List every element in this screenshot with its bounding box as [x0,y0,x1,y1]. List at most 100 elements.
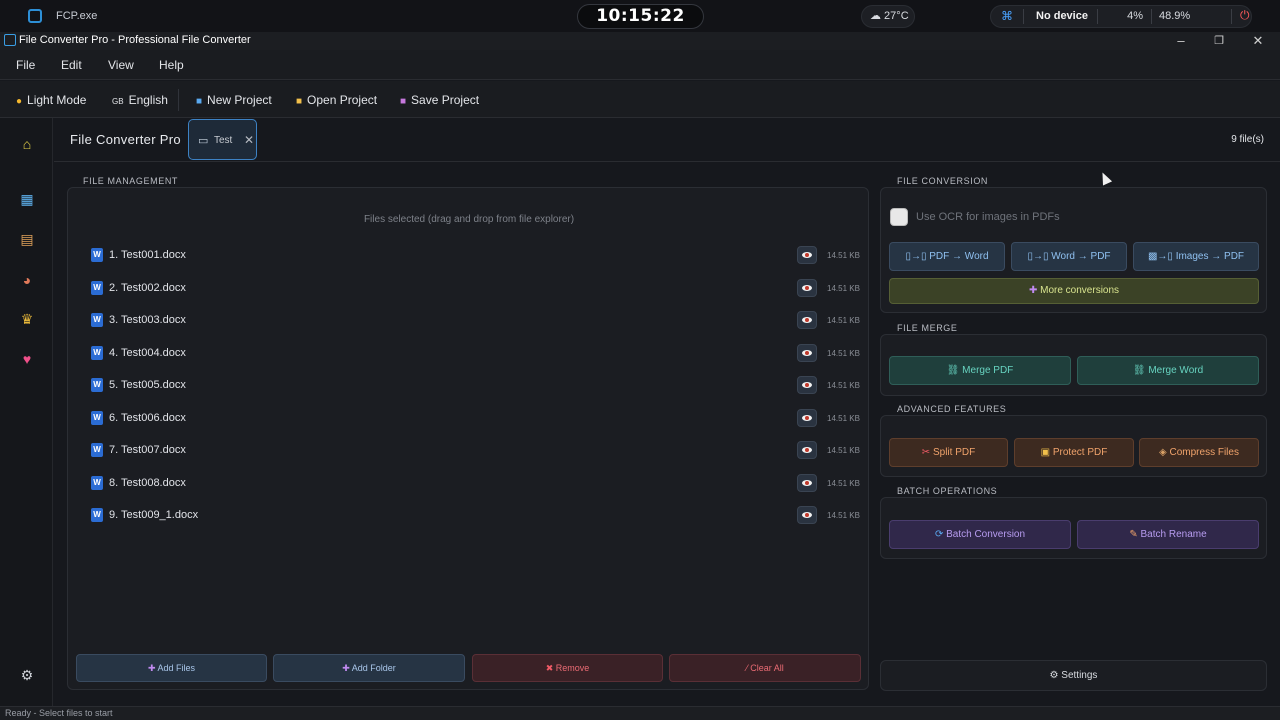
weather-widget[interactable]: ☁ 27°C [861,5,915,28]
sidebar: ⌂ ▦ ▤ ◕ ♛ ♥ ⚙ [0,118,53,706]
batch-rename-button[interactable]: ✎ Batch Rename [1077,520,1259,549]
split-pdf-label: Split PDF [932,447,976,458]
list-item[interactable]: W 3. Test003.docx 14.51 KB [82,309,862,333]
file-conversion-panel: Use OCR for images in PDFs ▯→▯ PDF → Wor… [880,187,1267,313]
preview-eye-icon[interactable] [797,279,817,297]
split-pdf-button[interactable]: ✂ Split PDF [889,438,1008,467]
menu-help[interactable]: Help [159,58,184,72]
merge-pdf-button[interactable]: ⛓ Merge PDF [889,356,1071,385]
list-item[interactable]: W 9. Test009_1.docx 14.51 KB [82,504,862,528]
ocr-label: Use OCR for images in PDFs [916,211,1060,223]
file-size: 14.51 KB [827,479,860,488]
word-to-pdf-button[interactable]: ▯→▯ Word → PDF [1011,242,1127,271]
word-file-icon: W [91,443,103,457]
settings-button[interactable]: ⚙ Settings [880,660,1267,691]
menu-file[interactable]: File [16,58,35,72]
more-conversions-button[interactable]: ✚ More conversions [889,278,1259,304]
file-name: 4. Test004.docx [109,347,186,359]
lock-icon: ▣ [1040,447,1053,458]
file-name: 5. Test005.docx [109,379,186,391]
merge-word-button[interactable]: ⛓ Merge Word [1077,356,1259,385]
close-tab-icon[interactable]: ✕ [244,133,254,147]
advanced-features-label: ADVANCED FEATURES [897,404,1007,414]
project-tab[interactable]: ▭ Test ✕ [188,119,257,160]
list-item[interactable]: W 4. Test004.docx 14.51 KB [82,342,862,366]
app-icon[interactable] [28,9,42,23]
word-file-icon: W [91,508,103,522]
clipboard-icon[interactable]: ▤ [17,229,37,249]
file-merge-panel: ⛓ Merge PDF ⛓ Merge Word [880,334,1267,396]
system-status-widget: ⌘ No device 4% 48.9% ⏻ [990,5,1252,28]
taskbar-app-name[interactable]: FCP.exe [56,10,97,22]
preview-eye-icon[interactable] [797,441,817,459]
gear-icon[interactable]: ⚙ [17,665,37,685]
preview-eye-icon[interactable] [797,344,817,362]
add-folder-label: Add Folder [351,663,396,673]
add-folder-button[interactable]: ✚ Add Folder [273,654,465,682]
compress-files-button[interactable]: ◈ Compress Files [1139,438,1259,467]
file-size: 14.51 KB [827,316,860,325]
dashboard-icon[interactable]: ▦ [17,189,37,209]
preview-eye-icon[interactable] [797,474,817,492]
file-merge-label: FILE MERGE [897,323,958,333]
ocr-checkbox[interactable] [890,208,908,226]
pdf-to-word-label: PDF → Word [929,251,989,262]
heart-icon[interactable]: ♥ [17,349,37,369]
clear-all-label: Clear All [750,663,784,673]
power-icon[interactable]: ⏻ [1240,5,1250,26]
minimize-button[interactable]: – [1171,33,1191,49]
word-file-icon: W [91,248,103,262]
preview-eye-icon[interactable] [797,311,817,329]
protect-pdf-button[interactable]: ▣ Protect PDF [1014,438,1134,467]
file-name: 2. Test002.docx [109,282,186,294]
file-management-label: FILE MANAGEMENT [83,176,179,186]
file-count: 9 file(s) [1231,134,1264,145]
batch-rename-label: Batch Rename [1140,529,1207,540]
open-project-button[interactable]: ■ Open Project [296,93,377,107]
new-project-button[interactable]: ■ New Project [196,93,272,107]
preview-eye-icon[interactable] [797,246,817,264]
list-item[interactable]: W 1. Test001.docx 14.51 KB [82,244,862,268]
clear-all-button[interactable]: ⁄ Clear All [669,654,861,682]
memory-usage: 48.9% [1159,10,1191,22]
batch-conversion-label: Batch Conversion [946,529,1026,540]
trophy-icon[interactable]: ♛ [17,309,37,329]
menu-view[interactable]: View [108,58,134,72]
maximize-button[interactable]: ❐ [1209,33,1229,49]
close-window-button[interactable]: ✕ [1248,33,1268,49]
vscode-icon[interactable]: ⌘ [1001,6,1013,27]
device-status[interactable]: No device [1036,6,1088,27]
save-project-button[interactable]: ■ Save Project [400,93,479,107]
file-management-panel[interactable]: Files selected (drag and drop from file … [67,187,869,690]
list-item[interactable]: W 6. Test006.docx 14.51 KB [82,407,862,431]
images-to-pdf-button[interactable]: ▩→▯ Images → PDF [1133,242,1259,271]
doc-convert-icon: ▯→▯ [1027,251,1052,262]
word-to-pdf-label: Word → PDF [1051,251,1111,262]
theme-toggle-button[interactable]: ● Light Mode [16,93,86,107]
list-item[interactable]: W 5. Test005.docx 14.51 KB [82,374,862,398]
palette-icon[interactable]: ◕ [17,270,37,290]
batch-conversion-button[interactable]: ⟳ Batch Conversion [889,520,1071,549]
home-icon[interactable]: ⌂ [17,134,37,154]
folder-open-icon: ▭ [198,135,209,147]
x-icon: ✖ [545,663,556,673]
menu-edit[interactable]: Edit [61,58,82,72]
add-files-button[interactable]: ✚ Add Files [76,654,267,682]
remove-button[interactable]: ✖ Remove [472,654,663,682]
list-item[interactable]: W 7. Test007.docx 14.51 KB [82,439,862,463]
pdf-to-word-button[interactable]: ▯→▯ PDF → Word [889,242,1005,271]
drop-hint: Files selected (drag and drop from file … [363,214,575,225]
language-button[interactable]: GB English [112,93,168,107]
word-file-icon: W [91,378,103,392]
status-bar: Ready - Select files to start [0,706,1280,720]
plus-icon: ✚ [342,663,352,673]
file-size: 14.51 KB [827,414,860,423]
preview-eye-icon[interactable] [797,409,817,427]
list-item[interactable]: W 2. Test002.docx 14.51 KB [82,277,862,301]
list-item[interactable]: W 8. Test008.docx 14.51 KB [82,472,862,496]
page-title: File Converter Pro [70,132,181,147]
preview-eye-icon[interactable] [797,506,817,524]
preview-eye-icon[interactable] [797,376,817,394]
sun-icon: ● [16,96,23,107]
file-name: 7. Test007.docx [109,444,186,456]
